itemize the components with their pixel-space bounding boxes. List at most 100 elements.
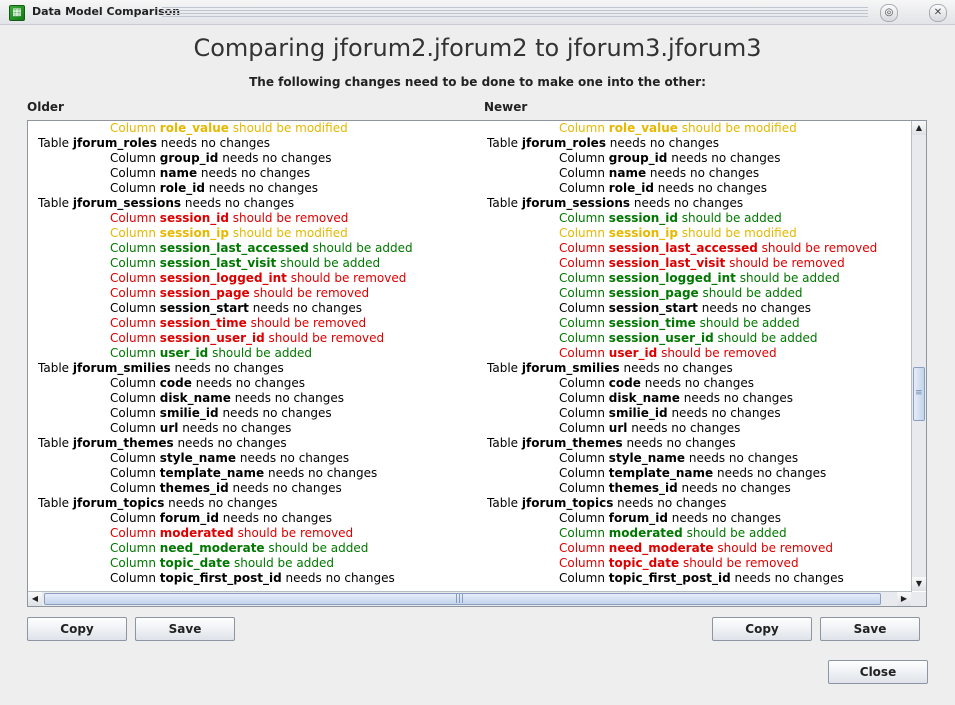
page-subtitle: The following changes need to be done to… bbox=[249, 75, 706, 89]
object-name: session_logged_int bbox=[608, 271, 736, 285]
object-name: jforum_topics bbox=[521, 496, 614, 510]
change-kind: Table bbox=[487, 361, 519, 375]
change-kind: Column bbox=[559, 346, 605, 360]
scroll-left-arrow[interactable]: ◀ bbox=[28, 592, 42, 606]
column-change-line: Column session_user_id should be removed bbox=[38, 331, 413, 346]
column-change-line: Column role_id needs no changes bbox=[38, 181, 413, 196]
column-change-line: Column code needs no changes bbox=[487, 376, 877, 391]
object-name: session_last_accessed bbox=[159, 241, 309, 255]
change-kind: Column bbox=[110, 331, 156, 345]
change-description: should be removed bbox=[253, 286, 370, 300]
column-change-line: Column smilie_id needs no changes bbox=[487, 406, 877, 421]
change-description: needs no changes bbox=[222, 406, 332, 420]
column-change-line: Column session_last_visit should be adde… bbox=[38, 256, 413, 271]
vertical-scroll-thumb[interactable]: ≡ bbox=[913, 367, 925, 421]
horizontal-scrollbar[interactable]: ◀ ||| ▶ bbox=[28, 591, 912, 606]
change-kind: Column bbox=[110, 316, 156, 330]
change-kind: Column bbox=[110, 451, 156, 465]
object-name: session_start bbox=[159, 301, 249, 315]
change-kind: Column bbox=[110, 121, 156, 135]
change-description: needs no changes bbox=[174, 361, 284, 375]
change-description: needs no changes bbox=[160, 136, 271, 150]
column-change-line: Column code needs no changes bbox=[38, 376, 413, 391]
column-change-line: Column name needs no changes bbox=[487, 166, 877, 181]
change-kind: Column bbox=[559, 466, 605, 480]
change-kind: Column bbox=[110, 511, 156, 525]
column-change-line: Column session_page should be removed bbox=[38, 286, 413, 301]
change-kind: Column bbox=[559, 151, 605, 165]
object-name: session_page bbox=[608, 286, 699, 300]
scrollbar-corner bbox=[912, 592, 926, 606]
close-window-button[interactable]: ✕ bbox=[929, 4, 947, 22]
copy-newer-button[interactable]: Copy bbox=[712, 617, 812, 641]
change-kind: Column bbox=[559, 271, 605, 285]
object-name: topic_first_post_id bbox=[159, 571, 282, 585]
table-change-line: Table jforum_topics needs no changes bbox=[38, 496, 413, 511]
change-kind: Column bbox=[110, 526, 156, 540]
object-name: group_id bbox=[159, 151, 219, 165]
window-title: Data Model Comparison bbox=[32, 5, 181, 18]
column-change-line: Column themes_id needs no changes bbox=[487, 481, 877, 496]
table-change-line: Table jforum_roles needs no changes bbox=[38, 136, 413, 151]
change-description: needs no changes bbox=[609, 136, 720, 150]
change-description: needs no changes bbox=[683, 391, 793, 405]
change-description: needs no changes bbox=[671, 151, 781, 165]
close-button[interactable]: Close bbox=[828, 660, 928, 684]
change-description: should be added bbox=[233, 556, 334, 570]
change-description: needs no changes bbox=[617, 496, 727, 510]
column-change-line: Column user_id should be removed bbox=[487, 346, 877, 361]
scroll-up-arrow[interactable]: ▲ bbox=[912, 121, 926, 135]
object-name: topic_date bbox=[159, 556, 231, 570]
change-kind: Column bbox=[559, 421, 605, 435]
change-kind: Column bbox=[110, 481, 156, 495]
change-description: should be removed bbox=[250, 316, 367, 330]
change-description: needs no changes bbox=[626, 436, 736, 450]
change-description: needs no changes bbox=[182, 421, 292, 435]
change-kind: Column bbox=[559, 481, 605, 495]
save-older-button[interactable]: Save bbox=[135, 617, 235, 641]
older-label: Older bbox=[27, 100, 64, 114]
window-titlebar[interactable]: ▦ Data Model Comparison ◎ ✕ bbox=[0, 0, 955, 25]
column-change-line: Column need_moderate should be added bbox=[38, 541, 413, 556]
change-description: needs no changes bbox=[631, 421, 741, 435]
horizontal-scroll-thumb[interactable]: ||| bbox=[44, 593, 881, 605]
change-description: needs no changes bbox=[285, 571, 395, 585]
object-name: role_value bbox=[159, 121, 229, 135]
column-change-line: Column topic_first_post_id needs no chan… bbox=[38, 571, 413, 586]
save-newer-button[interactable]: Save bbox=[820, 617, 920, 641]
change-kind: Column bbox=[110, 391, 156, 405]
object-name: session_time bbox=[608, 316, 696, 330]
column-change-line: Column moderated should be added bbox=[487, 526, 877, 541]
newer-list: Column role_value should be modified Tabl… bbox=[487, 121, 877, 586]
object-name: role_id bbox=[159, 181, 205, 195]
copy-older-button[interactable]: Copy bbox=[27, 617, 127, 641]
change-kind: Table bbox=[487, 136, 519, 150]
table-change-line: Table jforum_themes needs no changes bbox=[487, 436, 877, 451]
change-description: needs no changes bbox=[232, 481, 342, 495]
change-description: needs no changes bbox=[649, 166, 760, 180]
change-description: needs no changes bbox=[177, 436, 287, 450]
comparison-scrollpane[interactable]: Column role_value should be modified Tabl… bbox=[27, 120, 927, 607]
column-change-line: Column style_name needs no changes bbox=[487, 451, 877, 466]
change-description: needs no changes bbox=[734, 571, 844, 585]
change-description: needs no changes bbox=[208, 181, 318, 195]
change-kind: Column bbox=[559, 451, 605, 465]
object-name: session_last_accessed bbox=[608, 241, 758, 255]
change-kind: Column bbox=[110, 151, 156, 165]
object-name: session_ip bbox=[159, 226, 229, 240]
object-name: user_id bbox=[159, 346, 209, 360]
scroll-down-arrow[interactable]: ▼ bbox=[912, 577, 926, 591]
object-name: code bbox=[159, 376, 192, 390]
minimize-button[interactable]: ◎ bbox=[880, 4, 898, 22]
change-kind: Column bbox=[110, 541, 156, 555]
change-kind: Column bbox=[559, 331, 605, 345]
vertical-scrollbar[interactable]: ▲ ≡ ▼ bbox=[911, 121, 926, 591]
column-change-line: Column topic_date should be removed bbox=[487, 556, 877, 571]
change-description: needs no changes bbox=[644, 376, 754, 390]
scroll-right-arrow[interactable]: ▶ bbox=[897, 592, 911, 606]
change-kind: Column bbox=[110, 241, 156, 255]
column-change-line: Column group_id needs no changes bbox=[487, 151, 877, 166]
object-name: session_user_id bbox=[608, 331, 714, 345]
object-name: session_id bbox=[608, 211, 678, 225]
table-change-line: Table jforum_topics needs no changes bbox=[487, 496, 877, 511]
